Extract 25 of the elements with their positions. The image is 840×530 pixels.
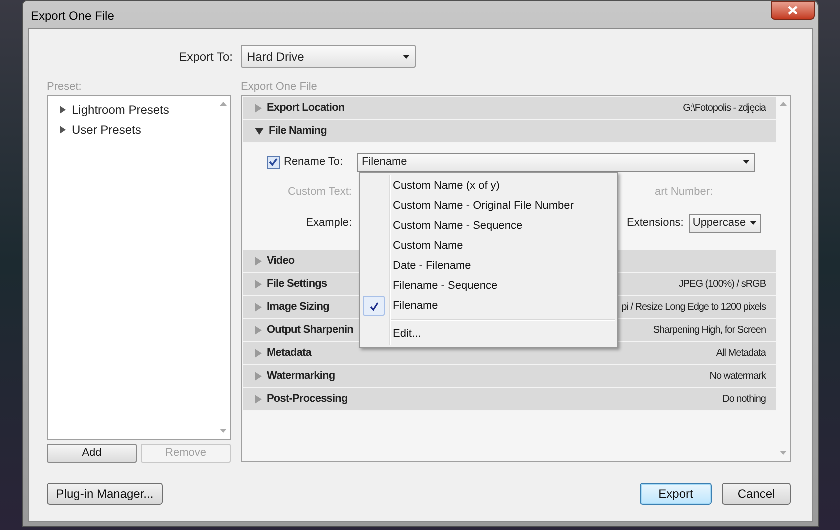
start-number-label: art Number:	[655, 184, 714, 200]
window-title: Export One File	[31, 8, 114, 25]
section-summary: No watermark	[710, 370, 766, 384]
rename-label: Rename To:	[284, 154, 344, 170]
section-title: Export Location	[267, 100, 345, 116]
section-summary: pi / Resize Long Edge to 1200 pixels	[622, 300, 766, 314]
example-label: Example:	[305, 216, 352, 231]
section-summary: All Metadata	[716, 346, 766, 360]
section-title: Metadata	[267, 346, 312, 361]
panel-title: Export One File	[241, 80, 318, 95]
export-to-label: Export To:	[178, 48, 233, 66]
section-summary: Sharpening High, for Screen	[653, 324, 766, 338]
section-title: Watermarking	[267, 368, 336, 384]
section-title: Output Sharpenin	[267, 322, 354, 338]
section-title: File Settings	[267, 276, 328, 292]
section-title: Post-Processing	[267, 392, 348, 407]
section-summary: Do nothing	[722, 392, 766, 406]
section-title: File Naming	[269, 124, 327, 139]
preset-label: Preset:	[47, 80, 83, 95]
section-title: Video	[267, 254, 295, 269]
custom-text-label: Custom Text:	[287, 184, 352, 200]
section-summary: G:\Fotopolis - zdjęcia	[683, 102, 766, 116]
section-title: Image Sizing	[267, 300, 330, 315]
extensions-label: Extensions:	[627, 216, 684, 231]
section-summary: JPEG (100%) / sRGB	[678, 278, 766, 292]
